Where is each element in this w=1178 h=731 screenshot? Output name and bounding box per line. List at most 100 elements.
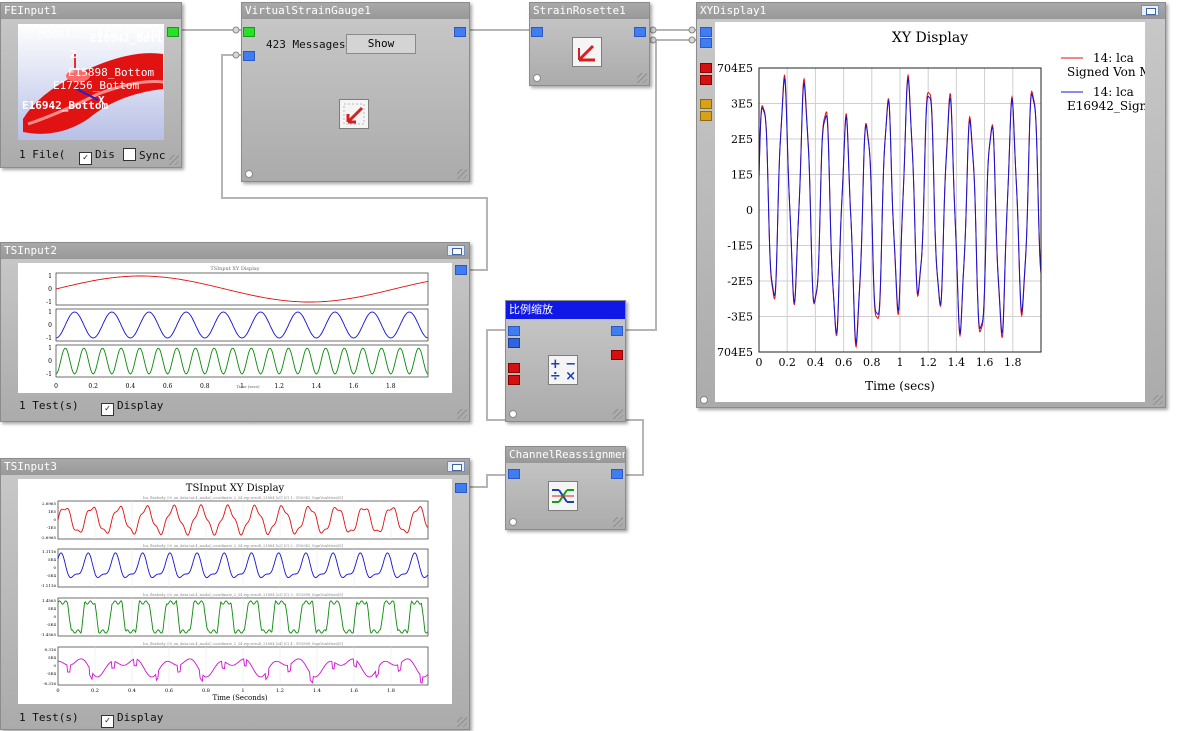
model-viewport[interactable]: Model: lca_flexbody E16942_Bottom E15898… [18, 24, 164, 140]
resize-grip-icon[interactable] [613, 517, 623, 527]
reassign-output-port[interactable] [611, 469, 623, 479]
display-checkbox[interactable]: ✓ Dis [79, 148, 115, 165]
y-tick-label: 704E5 [717, 346, 753, 359]
ts3-x-tick: 0.4 [128, 688, 136, 694]
scale-output-port[interactable] [611, 326, 623, 336]
ts3-panel-label: lca_flexbody_00_un_data.tat.4_modal_coor… [143, 593, 343, 597]
strain-gauge-icon[interactable] [339, 99, 369, 129]
reassign-input-port[interactable] [508, 469, 520, 479]
file-count: 1 File( [19, 148, 66, 161]
strain-rosette-icon[interactable] [572, 37, 602, 67]
rosette-title[interactable]: StrainRosette1 [530, 3, 649, 19]
model-label: Model: [38, 27, 78, 40]
x-tick-label: 1.4 [948, 356, 966, 369]
tsinput2-output-port[interactable] [455, 265, 467, 275]
xy-display-node[interactable]: XYDisplay1 XY Display 704E5 3E5 2E5 1E5 0 -1E… [696, 2, 1166, 408]
xy-input-port-1[interactable] [700, 27, 712, 37]
ts3-y-max: 1.4565 [42, 598, 56, 603]
y-tick-label: 3E5 [731, 98, 753, 111]
ts2-chart[interactable]: TSInput XY Display10-110-110-10 0.2 0.4 0.6… [18, 263, 452, 393]
scale-output-port-red[interactable] [611, 350, 623, 360]
check-icon: ✓ [101, 715, 114, 728]
rosette-input-port[interactable] [531, 27, 543, 37]
tsinput3-output-port[interactable] [455, 483, 467, 493]
xy-input-port-2[interactable] [700, 38, 712, 48]
scale-title[interactable]: 比例缩放 [506, 301, 625, 319]
xy-port-orange-1[interactable] [700, 99, 712, 109]
ts3-y-max: 8.316 [45, 647, 57, 652]
viewport-label: E16942_Bottom [90, 32, 164, 45]
ts2-x-tick: 1.6 [349, 383, 359, 390]
node-corner-dot [509, 410, 517, 418]
x-tick-label: 0.2 [778, 356, 796, 369]
viewport-label: E16942_Bottom [22, 99, 109, 112]
tsinput3-node[interactable]: TSInput3 TSInput XY Display Time (Second… [0, 458, 470, 730]
scale-input-port-red-2[interactable] [508, 375, 520, 385]
feinput1-output-port[interactable] [167, 27, 179, 37]
vsg-output-port[interactable] [454, 27, 466, 37]
ts2-x-axis-label: Time (secs) [236, 384, 260, 389]
scale-node[interactable]: 比例缩放 + − ÷ × [505, 300, 626, 422]
window-restore-icon[interactable] [447, 245, 465, 256]
xy-port-red-1[interactable] [700, 63, 712, 73]
channel-reassignment-node[interactable]: ChannelReassignment2 [505, 446, 626, 530]
vsg-input-port-green[interactable] [243, 27, 255, 37]
xy-chart[interactable]: XY Display 704E53E52E51E50-1E5-2E5-3E570… [715, 22, 1145, 402]
strain-rosette-node[interactable]: StrainRosette1 [529, 2, 650, 86]
resize-grip-icon[interactable] [457, 717, 467, 727]
ts2-x-tick: 1.2 [274, 383, 284, 390]
ts3-y-tick: -5E4 [47, 671, 57, 676]
ts3-y-tick: -5E4 [47, 622, 57, 627]
xy-port-red-2[interactable] [700, 75, 712, 85]
ts3-chart[interactable]: TSInput XY Display Time (Seconds) lca_fl… [18, 479, 452, 704]
ts3-plot-area[interactable]: TSInput XY Display Time (Seconds) lca_fl… [18, 479, 452, 704]
display-checkbox[interactable]: ✓ Display [101, 711, 163, 728]
legend-series-1-line1: 14: lca [1093, 51, 1134, 65]
scale-input-port-red-1[interactable] [508, 363, 520, 373]
ts3-y-min: -2.6965 [41, 535, 57, 540]
chart-title: XY Display [892, 30, 968, 46]
axis-x-label: X [98, 94, 105, 107]
feinput1-title[interactable]: FEInput1 [1, 3, 181, 19]
ts2-plot-area[interactable]: TSInput XY Display 1 0 -1 1 0 -1 1 0 -1 0 0.2 0.4 0.6… [18, 263, 452, 393]
resize-grip-icon[interactable] [457, 409, 467, 419]
channel-swap-icon[interactable] [548, 481, 578, 511]
display-checkbox[interactable]: ✓ Display [101, 399, 163, 416]
ts3-y-max: 1.1116 [42, 549, 56, 554]
show-button[interactable]: Show [346, 34, 416, 54]
tsinput3-title[interactable]: TSInput3 [1, 459, 469, 475]
y-tick-label: 1E5 [731, 169, 753, 182]
window-restore-icon[interactable] [1141, 5, 1159, 16]
resize-grip-icon[interactable] [637, 73, 647, 83]
resize-grip-icon[interactable] [1153, 395, 1163, 405]
xydisplay-title[interactable]: XYDisplay1 [697, 3, 1165, 19]
arithmetic-icon[interactable]: + − ÷ × [548, 355, 578, 385]
vsg-title[interactable]: VirtualStrainGauge1 [242, 3, 469, 19]
ts2-y-tick: 1 [48, 345, 52, 352]
window-restore-icon[interactable] [447, 461, 465, 472]
ts3-y-tick: 0 [53, 614, 56, 619]
reassign-title[interactable]: ChannelReassignment2 [506, 447, 625, 463]
y-tick-label: -1E5 [727, 240, 753, 253]
ts3-y-min: -8.316 [43, 681, 56, 686]
virtual-strain-gauge-node[interactable]: VirtualStrainGauge1 423 Messages Show [241, 2, 470, 182]
rosette-output-port[interactable] [634, 27, 646, 37]
xy-port-orange-2[interactable] [700, 111, 712, 121]
resize-grip-icon[interactable] [457, 169, 467, 179]
ts3-y-tick: 0 [53, 565, 56, 570]
ts2-series-line [55, 275, 429, 303]
scale-input-port-2[interactable] [508, 338, 520, 348]
tsinput2-node[interactable]: TSInput2 TSInput XY Display 1 0 -1 1 0 -1 1 0 -1 0… [0, 242, 470, 422]
scale-input-port-1[interactable] [508, 326, 520, 336]
xy-plot-area[interactable]: XY Display 704E5 3E5 2E5 1E5 0 -1E5 -2E5 -3E5 70… [715, 22, 1145, 402]
feinput1-node[interactable]: FEInput1 Model: lca_flexbody E16942_Bott… [0, 2, 182, 168]
ts2-y-tick: 0 [48, 358, 52, 365]
vsg-input-port-blue[interactable] [243, 51, 255, 61]
ts3-y-tick: 1E5 [48, 509, 56, 514]
resize-grip-icon[interactable] [169, 155, 179, 165]
legend: 14: lca Signed Von M 14: lca E16942_Sign… [1061, 51, 1145, 113]
tsinput2-title[interactable]: TSInput2 [1, 243, 469, 259]
sync-checkbox[interactable]: Sync [123, 148, 166, 162]
y-tick-label: -3E5 [727, 311, 753, 324]
resize-grip-icon[interactable] [613, 409, 623, 419]
